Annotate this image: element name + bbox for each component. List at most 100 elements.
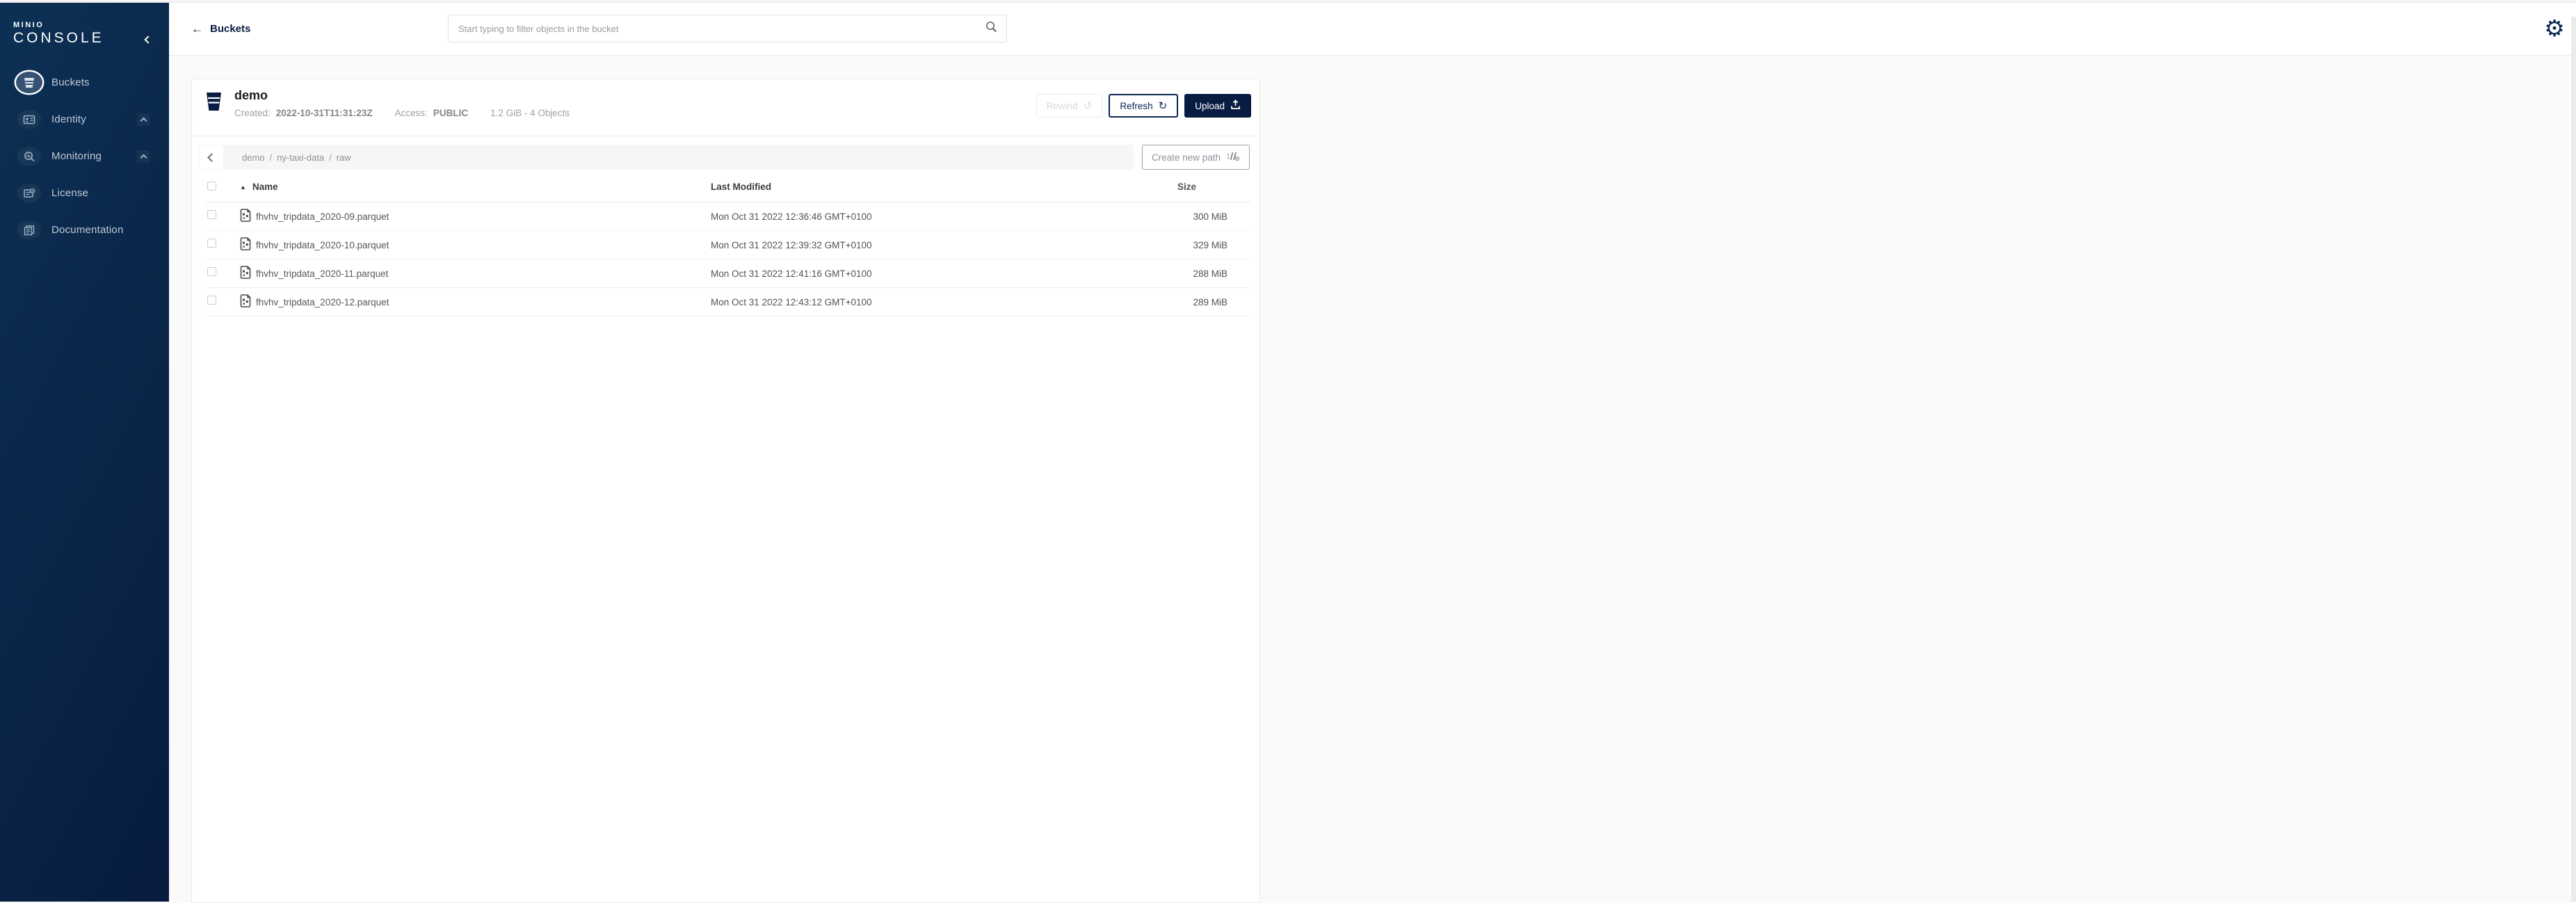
object-name-cell[interactable]: fhvhv_tripdata_2020-09.parquet (240, 208, 711, 225)
object-file-icon (240, 294, 251, 311)
row-checkbox[interactable] (207, 210, 216, 219)
refresh-button[interactable]: Refresh ↻ (1109, 94, 1178, 118)
identity-card-icon (16, 109, 42, 130)
header-checkbox-cell (206, 182, 240, 193)
rewind-icon: ↺ (1084, 101, 1093, 111)
sidebar-item-monitoring[interactable]: Monitoring (0, 138, 169, 175)
sidebar-item-label: Buckets (51, 77, 90, 88)
back-to-buckets[interactable]: ← Buckets (191, 3, 250, 55)
breadcrumb: demo / ny-taxi-data / raw (224, 145, 1134, 170)
row-checkbox-cell (206, 210, 240, 223)
sidebar-item-documentation[interactable]: Documentation (0, 211, 169, 248)
object-file-icon (240, 209, 251, 225)
object-name-cell[interactable]: fhvhv_tripdata_2020-11.parquet (240, 265, 711, 282)
object-last-modified: Mon Oct 31 2022 12:41:16 GMT+0100 (711, 269, 1145, 279)
sort-ascending-icon[interactable]: ▲ (240, 184, 246, 191)
object-last-modified: Mon Oct 31 2022 12:43:12 GMT+0100 (711, 297, 1145, 307)
documentation-pages-icon (16, 219, 42, 241)
license-document-check-icon (16, 182, 42, 204)
row-checkbox[interactable] (207, 296, 216, 305)
chevron-left-icon (207, 153, 216, 162)
object-browser: demo / ny-taxi-data / raw Create new pat… (192, 137, 1259, 902)
gear-icon[interactable]: ⚙ (2543, 17, 2566, 42)
table-row[interactable]: fhvhv_tripdata_2020-11.parquet Mon Oct 3… (206, 259, 1250, 288)
rewind-button[interactable]: Rewind ↺ (1036, 94, 1103, 118)
name-header-label: Name (252, 182, 278, 192)
sidebar-item-label: Monitoring (51, 150, 102, 162)
search-icon (985, 21, 997, 36)
back-arrow-icon: ← (191, 22, 203, 36)
object-name: fhvhv_tripdata_2020-09.parquet (256, 211, 389, 222)
rewind-button-label: Rewind (1047, 101, 1078, 111)
chevron-up-icon (140, 117, 147, 124)
object-size: 329 MiB (1145, 240, 1250, 250)
logo-line2: CONSOLE (13, 30, 104, 47)
minio-logo: MINIO CONSOLE (13, 21, 104, 47)
sidebar-item-label: License (51, 187, 88, 199)
path-back-button[interactable] (199, 145, 224, 170)
sidebar-item-identity[interactable]: Identity (0, 101, 169, 138)
table-row[interactable]: fhvhv_tripdata_2020-12.parquet Mon Oct 3… (206, 288, 1250, 317)
create-new-path-button[interactable]: Create new path (1142, 145, 1250, 170)
upload-button-label: Upload (1195, 101, 1225, 111)
sidebar: MINIO CONSOLE Buckets Identity Monitorin… (0, 3, 169, 902)
object-name: fhvhv_tripdata_2020-12.parquet (256, 297, 389, 307)
bucket-meta: Created: 2022-10-31T11:31:23Z Access: PU… (234, 108, 570, 118)
select-all-checkbox[interactable] (207, 182, 216, 191)
page-title: Buckets (210, 23, 250, 35)
access-value: PUBLIC (433, 108, 468, 118)
object-name: fhvhv_tripdata_2020-10.parquet (256, 240, 389, 250)
sidebar-menu: Buckets Identity Monitoring License (0, 64, 169, 248)
objects-table: ▲ Name Last Modified Size fhvhv_tripdata… (206, 172, 1250, 317)
breadcrumb-separator: / (329, 152, 332, 163)
filter-objects-searchbox (448, 15, 1007, 42)
table-row[interactable]: fhvhv_tripdata_2020-10.parquet Mon Oct 3… (206, 231, 1250, 259)
row-checkbox[interactable] (207, 267, 216, 276)
row-checkbox[interactable] (207, 239, 216, 248)
row-checkbox-cell (206, 267, 240, 280)
bucket-name: demo (234, 88, 570, 103)
chevron-left-icon (144, 35, 152, 43)
logo-line1: MINIO (13, 21, 104, 29)
sidebar-collapse-button[interactable] (145, 33, 155, 43)
bucket-actions: Rewind ↺ Refresh ↻ Upload (1036, 94, 1251, 118)
breadcrumb-segment[interactable]: ny-taxi-data (277, 152, 324, 163)
refresh-button-label: Refresh (1120, 101, 1152, 111)
monitoring-expand-toggle[interactable] (137, 150, 150, 163)
sidebar-item-label: Documentation (51, 224, 124, 236)
created-value: 2022-10-31T11:31:23Z (276, 108, 373, 118)
bucket-icon (206, 92, 222, 115)
object-name-cell[interactable]: fhvhv_tripdata_2020-12.parquet (240, 294, 711, 311)
sidebar-item-buckets[interactable]: Buckets (0, 64, 169, 101)
object-name: fhvhv_tripdata_2020-11.parquet (256, 269, 388, 279)
search-input[interactable] (449, 24, 985, 34)
breadcrumb-separator: / (270, 152, 273, 163)
sidebar-item-license[interactable]: License (0, 175, 169, 211)
top-header-bar: ← Buckets ⚙ (169, 3, 2576, 56)
modified-column-header[interactable]: Last Modified (711, 182, 1145, 192)
object-name-cell[interactable]: fhvhv_tripdata_2020-10.parquet (240, 237, 711, 254)
table-row[interactable]: fhvhv_tripdata_2020-09.parquet Mon Oct 3… (206, 202, 1250, 231)
row-checkbox-cell (206, 296, 240, 308)
bucket-summary: 1.2 GiB - 4 Objects (490, 108, 570, 118)
object-size: 300 MiB (1145, 211, 1250, 222)
upload-button[interactable]: Upload (1184, 94, 1251, 118)
size-column-header[interactable]: Size (1145, 182, 1250, 192)
upload-icon (1230, 99, 1241, 112)
access-label: Access: (395, 108, 428, 118)
row-checkbox-cell (206, 239, 240, 251)
created-label: Created: (234, 108, 271, 118)
bucket-icon (16, 72, 42, 93)
name-column-header[interactable]: ▲ Name (240, 182, 711, 192)
object-last-modified: Mon Oct 31 2022 12:36:46 GMT+0100 (711, 211, 1145, 222)
object-size: 288 MiB (1145, 269, 1250, 279)
vertical-scrollbar[interactable] (2571, 17, 2576, 902)
create-new-path-label: Create new path (1152, 152, 1221, 163)
table-header-row: ▲ Name Last Modified Size (206, 172, 1250, 202)
window-top-strip (0, 0, 2576, 3)
table-body: fhvhv_tripdata_2020-09.parquet Mon Oct 3… (206, 202, 1250, 317)
breadcrumb-segment[interactable]: demo (242, 152, 265, 163)
path-bar: demo / ny-taxi-data / raw Create new pat… (199, 145, 1250, 170)
breadcrumb-segment[interactable]: raw (337, 152, 351, 163)
identity-expand-toggle[interactable] (137, 113, 150, 126)
